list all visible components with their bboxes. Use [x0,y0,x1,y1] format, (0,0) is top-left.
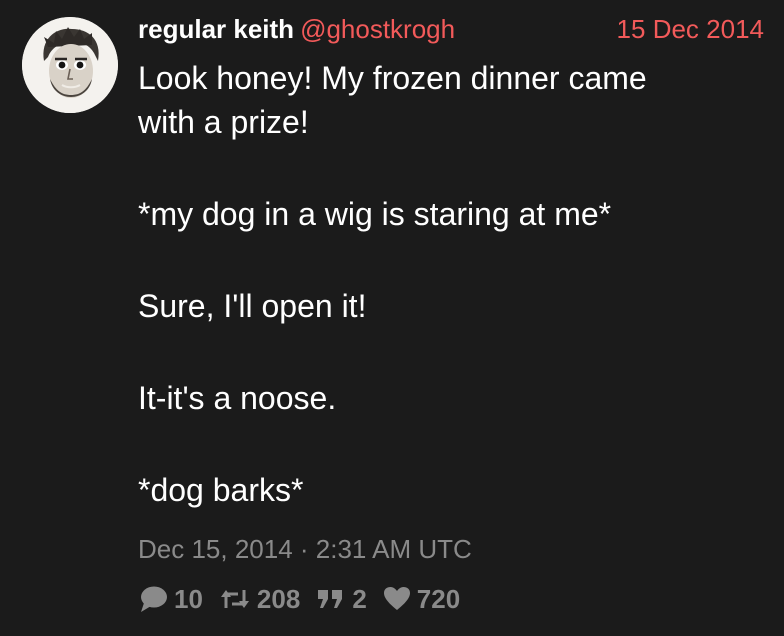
avatar-portrait-icon [22,17,118,113]
tweet-stats: 10 208 2 720 [138,582,476,616]
retweet-arrows-icon [220,590,249,608]
tweet-paragraph: Sure, I'll open it! [138,288,367,324]
retweet-count: 208 [256,583,301,614]
tweet-paragraph: *dog barks* [138,472,304,508]
reply-stat[interactable]: 10 [138,584,203,615]
like-count: 720 [416,583,461,614]
tweet-paragraph: Look honey! My frozen dinner came with a… [138,60,647,140]
retweet-stat[interactable]: 208 [219,584,300,615]
quote-marks-icon [318,590,343,608]
speech-bubble-icon [141,586,167,612]
tweet-card: regular keith @ghostkrogh 15 Dec 2014 Loo… [0,0,784,636]
reply-count: 10 [174,583,203,614]
heart-icon [383,587,410,610]
tweet-header: regular keith @ghostkrogh 15 Dec 2014 [138,12,764,46]
display-name[interactable]: regular keith [138,14,294,44]
tweet-body: Look honey! My frozen dinner came with a… [138,56,768,560]
like-stat[interactable]: 720 [383,584,460,615]
tweet-timestamp[interactable]: Dec 15, 2014 · 2:31 AM UTC [138,532,472,566]
quote-count: 2 [352,583,367,614]
user-handle[interactable]: @ghostkrogh [300,14,455,44]
tweet-date[interactable]: 15 Dec 2014 [617,12,764,46]
avatar[interactable] [22,17,118,113]
quote-stat[interactable]: 2 [316,583,367,615]
tweet-paragraph: It-it's a noose. [138,380,337,416]
tweet-paragraph: *my dog in a wig is staring at me* [138,196,612,232]
